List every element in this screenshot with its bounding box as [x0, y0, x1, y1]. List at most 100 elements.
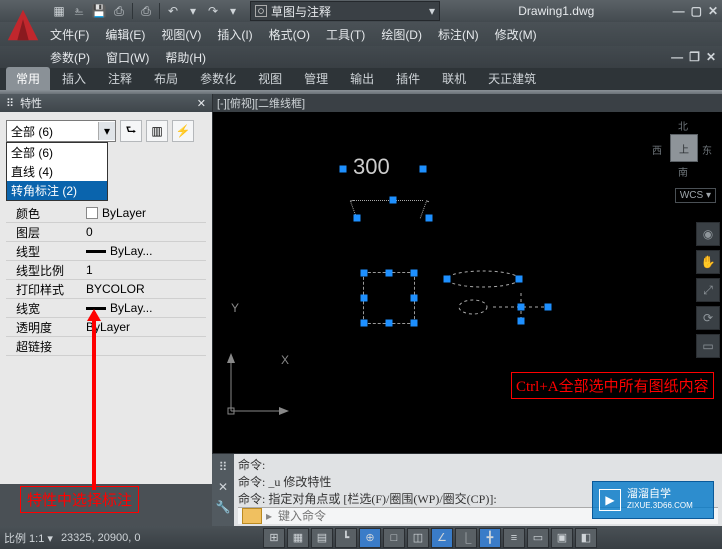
status-polar-icon[interactable]: ⊕	[359, 528, 381, 548]
qat-redo-icon[interactable]: ↷	[204, 2, 222, 20]
menu-tools[interactable]: 工具(T)	[326, 26, 365, 43]
cmd-wrench-icon[interactable]: 🔧	[216, 500, 231, 514]
ribbon-tab-tz[interactable]: 天正建筑	[478, 67, 546, 90]
nav-zoom-icon[interactable]: ⤢	[696, 278, 720, 302]
menu-help[interactable]: 帮助(H)	[165, 49, 206, 66]
status-dyn-icon[interactable]: ╋	[479, 528, 501, 548]
doc-close-button[interactable]: ✕	[706, 50, 716, 64]
dropdown-option-dim[interactable]: 转角标注 (2)	[7, 181, 107, 200]
doc-minimize-button[interactable]: —	[671, 50, 683, 64]
maximize-button[interactable]: ▢	[691, 4, 702, 18]
rectangle-object[interactable]	[363, 272, 415, 324]
cmd-close-icon[interactable]: ✕	[218, 480, 228, 494]
menu-window[interactable]: 窗口(W)	[106, 49, 149, 66]
ribbon-tab-home[interactable]: 常用	[6, 67, 50, 90]
menu-modify[interactable]: 修改(M)	[495, 26, 537, 43]
wcs-label[interactable]: WCS ▾	[675, 188, 716, 203]
viewport-label[interactable]: [-][俯视][二维线框]	[213, 94, 722, 112]
app-logo[interactable]	[4, 6, 42, 44]
nav-orbit-icon[interactable]: ⟳	[696, 306, 720, 330]
ribbon-tab-insert[interactable]: 插入	[52, 67, 96, 90]
status-sc-icon[interactable]: ◧	[575, 528, 597, 548]
prop-lw-key: 线宽	[6, 300, 86, 317]
menu-edit[interactable]: 编辑(E)	[105, 26, 145, 43]
view-cube[interactable]: 上 北 南 西 东	[648, 116, 718, 186]
dimension-object-300[interactable]: 300	[343, 144, 423, 194]
menu-format[interactable]: 格式(O)	[269, 26, 310, 43]
command-gutter[interactable]: ⠿ ✕ 🔧	[212, 454, 234, 526]
dropdown-option-all[interactable]: 全部 (6)	[7, 143, 107, 162]
ribbon-tab-output[interactable]: 输出	[340, 67, 384, 90]
prop-lw-value[interactable]: ByLay...	[86, 301, 206, 315]
qat-saveas-icon[interactable]: ⎙	[110, 2, 128, 20]
ribbon-tab-manage[interactable]: 管理	[294, 67, 338, 90]
dropdown-option-line[interactable]: 直线 (4)	[7, 162, 107, 181]
palette-close-icon[interactable]: ✕	[197, 97, 206, 110]
prop-ltscale-value[interactable]: 1	[86, 263, 206, 277]
status-toggles: ⊞ ▦ ▤ ┗ ⊕ □ ◫ ∠ ⎿ ╋ ≡ ▭ ▣ ◧	[263, 528, 597, 548]
grip-icon[interactable]: ⠿	[6, 97, 14, 110]
nav-showmotion-icon[interactable]: ▭	[696, 334, 720, 358]
status-snap-icon[interactable]: ▦	[287, 528, 309, 548]
drawing-canvas[interactable]: 300	[213, 112, 722, 464]
dimension-object-2[interactable]	[443, 267, 563, 340]
viewcube-top[interactable]: 上	[670, 134, 698, 162]
nav-wheel-icon[interactable]: ◉	[696, 222, 720, 246]
minimize-button[interactable]: —	[673, 4, 685, 18]
ribbon-tab-plugins[interactable]: 插件	[386, 67, 430, 90]
pickadd-icon[interactable]: ⮑	[120, 120, 142, 142]
ribbon-tab-view[interactable]: 视图	[248, 67, 292, 90]
ribbon-tab-online[interactable]: 联机	[432, 67, 476, 90]
prop-layer-value[interactable]: 0	[86, 225, 206, 239]
ribbon-tab-parametric[interactable]: 参数化	[190, 67, 246, 90]
prop-trans-value[interactable]: ByLayer	[86, 320, 206, 334]
chevron-down-icon[interactable]: ▾	[184, 2, 202, 20]
workspace-dropdown[interactable]: 草图与注释 ▾	[250, 1, 440, 21]
status-infer-icon[interactable]: ⊞	[263, 528, 285, 548]
menu-file[interactable]: 文件(F)	[50, 26, 89, 43]
cmd-recent-icon[interactable]	[242, 508, 262, 524]
status-tpy-icon[interactable]: ▭	[527, 528, 549, 548]
status-grid-icon[interactable]: ▤	[311, 528, 333, 548]
qat-undo-icon[interactable]: ↶	[164, 2, 182, 20]
doc-restore-button[interactable]: ❐	[689, 50, 700, 64]
prop-color-value[interactable]: ByLayer	[86, 206, 206, 220]
status-ortho-icon[interactable]: ┗	[335, 528, 357, 548]
menu-dim[interactable]: 标注(N)	[438, 26, 479, 43]
chevron-down-icon[interactable]: ▾	[224, 2, 242, 20]
qat-save-icon[interactable]: 💾	[90, 2, 108, 20]
palette-titlebar[interactable]: ⠿ 特性 ✕	[0, 94, 212, 112]
viewcube-w: 西	[652, 142, 662, 157]
prop-plot-value[interactable]: BYCOLOR	[86, 282, 206, 296]
status-osnap-icon[interactable]: □	[383, 528, 405, 548]
prop-color-key: 颜色	[6, 205, 86, 222]
qat-print-icon[interactable]: ⎙	[137, 2, 155, 20]
menu-draw[interactable]: 绘图(D)	[381, 26, 422, 43]
prop-ltscale-key: 线型比例	[6, 262, 86, 279]
close-button[interactable]: ✕	[708, 4, 718, 18]
cmd-grip-icon[interactable]: ⠿	[219, 460, 228, 474]
ribbon-tab-layout[interactable]: 布局	[144, 67, 188, 90]
gear-icon	[255, 5, 267, 17]
select-objects-icon[interactable]: ▥	[146, 120, 168, 142]
menu-insert[interactable]: 插入(I)	[217, 26, 252, 43]
quick-select-icon[interactable]: ⚡	[172, 120, 194, 142]
status-scale[interactable]: 比例 1:1 ▾	[4, 530, 53, 546]
status-lwt-icon[interactable]: ≡	[503, 528, 525, 548]
status-3dosnap-icon[interactable]: ◫	[407, 528, 429, 548]
selection-type-combo[interactable]: 全部 (6) ▾	[6, 120, 116, 142]
navigation-bar: ◉ ✋ ⤢ ⟳ ▭	[696, 222, 720, 358]
qat-new-icon[interactable]: ▦	[50, 2, 68, 20]
menu-param[interactable]: 参数(P)	[50, 49, 90, 66]
ucs-x-label: X	[281, 353, 289, 367]
ribbon-tab-annotate[interactable]: 注释	[98, 67, 142, 90]
qat-open-icon[interactable]: ⎁	[70, 2, 88, 20]
menu-view[interactable]: 视图(V)	[161, 26, 201, 43]
ribbon-tabs: 常用 插入 注释 布局 参数化 视图 管理 输出 插件 联机 天正建筑	[0, 68, 722, 90]
status-qp-icon[interactable]: ▣	[551, 528, 573, 548]
status-otrack-icon[interactable]: ∠	[431, 528, 453, 548]
status-ducs-icon[interactable]: ⎿	[455, 528, 477, 548]
chevron-down-icon[interactable]: ▾	[98, 122, 115, 140]
nav-pan-icon[interactable]: ✋	[696, 250, 720, 274]
prop-ltype-value[interactable]: ByLay...	[86, 244, 206, 258]
